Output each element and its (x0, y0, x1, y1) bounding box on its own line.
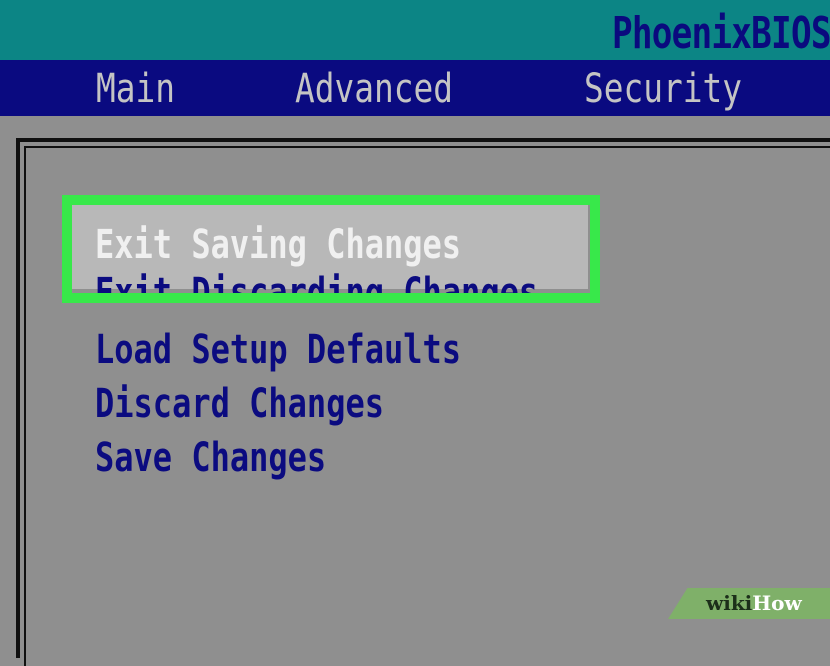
bios-title-bar: PhoenixBIOS (0, 0, 830, 60)
watermark-prefix: wiki (706, 591, 753, 615)
menu-tab-security[interactable]: Security (584, 66, 742, 112)
menu-tab-main[interactable]: Main (96, 66, 175, 112)
option-save-changes[interactable]: Save Changes (95, 435, 326, 481)
option-load-setup-defaults[interactable]: Load Setup Defaults (95, 327, 461, 373)
watermark-suffix: How (752, 591, 802, 615)
menu-tab-advanced[interactable]: Advanced (295, 66, 453, 112)
bios-menu-bar: Main Advanced Security (0, 60, 830, 116)
watermark-text: wikiHow (706, 591, 802, 615)
bios-brand-title: PhoenixBIOS (612, 8, 830, 59)
option-discard-changes[interactable]: Discard Changes (95, 381, 384, 427)
wikihow-watermark: wikiHow (668, 588, 830, 619)
option-exit-saving-changes[interactable]: Exit Saving Changes (95, 222, 461, 268)
